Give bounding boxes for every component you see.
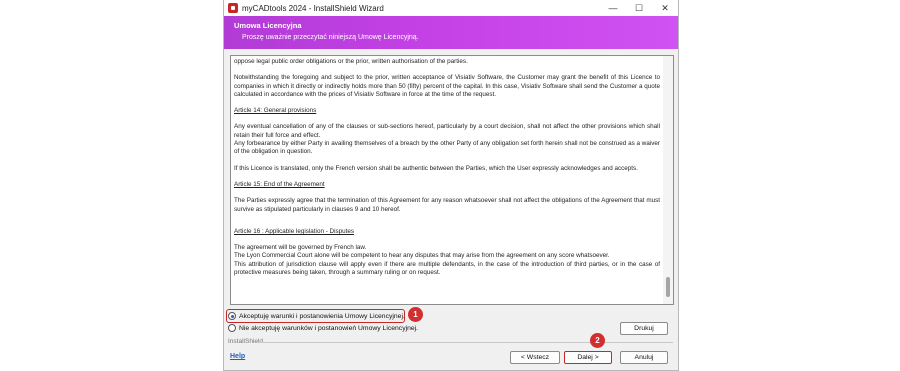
decline-option[interactable]: Nie akceptuję warunków i postanowień Umo…	[228, 324, 418, 332]
callout-badge-1: 1	[408, 307, 423, 322]
decline-label[interactable]: Nie akceptuję warunków i postanowień Umo…	[239, 325, 418, 332]
back-button[interactable]: < Wstecz	[510, 351, 560, 364]
accept-radio[interactable]	[228, 312, 236, 320]
accept-label[interactable]: Akceptuję warunki i postanowienia Umowy …	[239, 313, 405, 320]
installer-window: myCADtools 2024 - InstallShield Wizard —…	[223, 0, 679, 371]
license-paragraph: The Parties expressly agree that the ter…	[234, 197, 660, 213]
license-article-heading: Article 15: End of the Agreement	[234, 180, 325, 188]
title-bar: myCADtools 2024 - InstallShield Wizard —…	[224, 0, 678, 16]
license-text-area[interactable]: oppose legal public order obligations or…	[230, 55, 674, 305]
window-controls: — ☐ ✕	[600, 0, 678, 16]
minimize-button[interactable]: —	[600, 0, 626, 16]
footer-divider	[258, 342, 673, 343]
scrollbar-thumb[interactable]	[666, 277, 670, 297]
license-article-heading: Article 14: General provisions	[234, 107, 317, 115]
window-title: myCADtools 2024 - InstallShield Wizard	[242, 3, 384, 13]
license-paragraph: oppose legal public order obligations or…	[234, 58, 468, 65]
next-button[interactable]: Dalej >	[564, 351, 612, 364]
license-paragraph: Any eventual cancellation of any of the …	[234, 123, 660, 156]
license-paragraph: The agreement will be governed by French…	[234, 244, 660, 277]
maximize-button[interactable]: ☐	[626, 0, 652, 16]
decline-radio[interactable]	[228, 324, 236, 332]
help-link[interactable]: Help	[230, 353, 245, 360]
license-article-heading: Article 16 : Applicable legislation - Di…	[234, 227, 355, 235]
header-title: Umowa Licencyjna	[234, 21, 302, 30]
print-button[interactable]: Drukuj	[620, 322, 668, 335]
license-paragraph: Notwithstanding the foregoing and subjec…	[234, 74, 660, 98]
license-text: oppose legal public order obligations or…	[234, 56, 660, 285]
license-paragraph: If this Licence is translated, only the …	[234, 164, 638, 172]
accept-option[interactable]: Akceptuję warunki i postanowienia Umowy …	[228, 312, 405, 320]
license-scrollbar[interactable]	[663, 56, 673, 304]
app-icon	[228, 3, 238, 13]
header-banner: Umowa Licencyjna Proszę uważnie przeczyt…	[224, 16, 678, 49]
callout-badge-2: 2	[590, 333, 605, 348]
cancel-button[interactable]: Anuluj	[620, 351, 668, 364]
close-button[interactable]: ✕	[652, 0, 678, 16]
header-subtitle: Proszę uważnie przeczytać niniejszą Umow…	[242, 34, 419, 41]
